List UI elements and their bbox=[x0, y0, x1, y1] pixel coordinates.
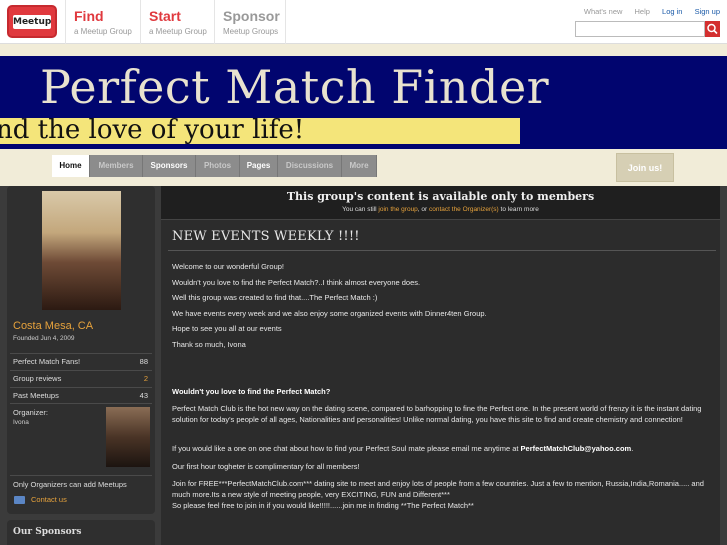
login-link[interactable]: Log in bbox=[662, 7, 682, 16]
paragraph-chat: If you would like a one on one chat abou… bbox=[172, 443, 717, 454]
content-headline: NEW EVENTS WEEKLY !!!! bbox=[172, 229, 360, 244]
only-organizers-note: Only Organizers can add Meetups bbox=[10, 475, 152, 493]
meetup-logo[interactable]: Meetup bbox=[7, 5, 57, 38]
paragraph-first-hour: Our first hour togheter is complimentary… bbox=[172, 462, 360, 471]
stat-divider bbox=[10, 403, 152, 404]
notice-sub-post: to learn more bbox=[498, 206, 539, 213]
group-photo[interactable] bbox=[42, 191, 121, 310]
content-subhead: Wouldn't you love to find the Perfect Ma… bbox=[172, 387, 331, 396]
stat-members-label: Perfect Match Fans! bbox=[13, 357, 81, 366]
organizer-name[interactable]: Ivona bbox=[13, 419, 29, 426]
nav-sponsor[interactable]: Sponsor Meetup Groups bbox=[214, 0, 286, 44]
stat-past-meetups-count: 43 bbox=[139, 391, 148, 400]
members-only-notice: This group's content is available only t… bbox=[161, 186, 720, 220]
paragraph-welcome: Welcome to our wonderful Group! bbox=[172, 262, 284, 271]
nav-sponsor-sub: Meetup Groups bbox=[223, 27, 279, 36]
nav-start-title: Start bbox=[149, 8, 181, 24]
tab-pages[interactable]: Pages bbox=[240, 155, 278, 177]
stat-past-meetups[interactable]: Past Meetups 43 bbox=[10, 387, 152, 403]
banner-top-strip bbox=[0, 44, 727, 56]
logo-text: Meetup bbox=[13, 15, 52, 29]
paragraph-thanks: Thank so much, Ivona bbox=[172, 340, 246, 349]
nav-find-title: Find bbox=[74, 8, 104, 24]
signup-link[interactable]: Sign up bbox=[695, 7, 720, 16]
contact-email: PerfectMatchClub@yahoo.com bbox=[520, 444, 632, 453]
group-banner: Perfect Match Finder nd the love of your… bbox=[0, 56, 727, 149]
founded-date: Founded Jun 4, 2009 bbox=[13, 335, 75, 342]
paragraph-feel-free: So please feel free to join in if you wo… bbox=[172, 501, 474, 510]
search-icon bbox=[707, 23, 718, 35]
tab-photos[interactable]: Photos bbox=[196, 155, 240, 177]
organizer-label: Organizer: bbox=[13, 408, 49, 417]
nav-start[interactable]: Start a Meetup Group bbox=[140, 0, 214, 44]
notice-title: This group's content is available only t… bbox=[286, 190, 595, 203]
top-links: What's new Help Log in Sign up bbox=[574, 7, 720, 16]
stat-members[interactable]: Perfect Match Fans! 88 bbox=[10, 353, 152, 369]
nav-find[interactable]: Find a Meetup Group bbox=[65, 0, 140, 44]
nav-sponsor-title: Sponsor bbox=[223, 8, 280, 24]
stat-reviews-label: Group reviews bbox=[13, 374, 62, 383]
help-link[interactable]: Help bbox=[635, 7, 650, 16]
notice-sub-pre: You can still bbox=[342, 206, 379, 213]
paragraph-created: Well this group was created to find that… bbox=[172, 293, 378, 302]
sponsors-title: Our Sponsors bbox=[13, 527, 82, 537]
organizer-avatar[interactable] bbox=[106, 407, 150, 467]
stat-reviews[interactable]: Group reviews 2 bbox=[10, 370, 152, 386]
stat-reviews-count: 2 bbox=[143, 374, 148, 383]
stat-members-count: 88 bbox=[139, 357, 148, 366]
contact-us-link[interactable]: Contact us bbox=[31, 495, 67, 504]
tab-members[interactable]: Members bbox=[90, 155, 143, 177]
tab-discussions[interactable]: Discussions bbox=[278, 155, 342, 177]
paragraph-hope: Hope to see you all at our events bbox=[172, 324, 282, 333]
tab-sponsors[interactable]: Sponsors bbox=[143, 155, 196, 177]
nav-find-sub: a Meetup Group bbox=[74, 27, 132, 36]
paragraph-events: We have events every week and we also en… bbox=[172, 309, 487, 318]
paragraph-wouldnt: Wouldn't you love to find the Perfect Ma… bbox=[172, 278, 421, 287]
stat-past-meetups-label: Past Meetups bbox=[13, 391, 59, 400]
notice-sub-mid: , or bbox=[417, 206, 429, 213]
search-input[interactable] bbox=[575, 21, 705, 37]
banner-tagline: nd the love of your life! bbox=[0, 115, 305, 145]
paragraph-club: Perfect Match Club is the hot new way on… bbox=[172, 404, 702, 424]
chat-text-end: . bbox=[631, 444, 634, 453]
search-button[interactable] bbox=[705, 21, 720, 37]
notice-subtext: You can still join the group, or contact… bbox=[161, 206, 720, 213]
group-city: Costa Mesa, CA bbox=[13, 320, 94, 332]
headline-divider bbox=[168, 250, 716, 251]
tab-home[interactable]: Home bbox=[52, 155, 90, 177]
paragraph-join-free: Join for FREE***PerfectMatchClub.com*** … bbox=[172, 479, 704, 499]
join-group-link[interactable]: join the group bbox=[378, 206, 417, 213]
banner-title: Perfect Match Finder bbox=[40, 60, 550, 114]
tab-more[interactable]: More bbox=[342, 155, 377, 177]
nav-start-sub: a Meetup Group bbox=[149, 27, 207, 36]
chat-text: If you would like a one on one chat abou… bbox=[172, 444, 521, 453]
join-us-button[interactable]: Join us! bbox=[616, 153, 674, 182]
mail-icon bbox=[14, 496, 25, 504]
whats-new-link[interactable]: What's new bbox=[584, 7, 623, 16]
contact-organizer-link[interactable]: contact the Organizer(s) bbox=[429, 206, 499, 213]
